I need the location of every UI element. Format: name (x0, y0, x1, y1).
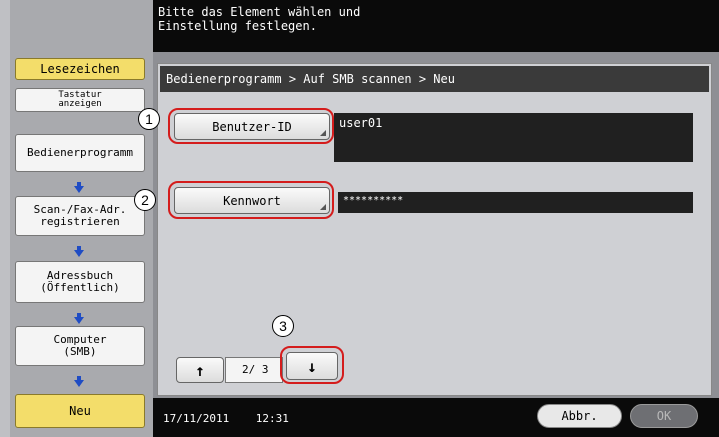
breadcrumb: Bedienerprogramm > Auf SMB scannen > Neu (160, 66, 709, 92)
date-time-display: 17/11/2011 12:31 (163, 412, 289, 425)
bookmark-button[interactable]: Lesezeichen (15, 58, 145, 80)
arrow-down-icon (74, 182, 84, 193)
sidebar-step-address-book[interactable]: Adressbuch (Öffentlich) (15, 261, 145, 303)
callout-number-3: 3 (272, 315, 294, 337)
corner-indicator-icon (320, 204, 326, 210)
arrow-down-icon (74, 376, 84, 387)
scroll-down-button[interactable]: ↓ (286, 352, 338, 380)
scroll-up-button[interactable]: ↑ (176, 357, 224, 383)
sidebar-step-bedienerprogramm[interactable]: Bedienerprogramm (15, 134, 145, 172)
password-label: Kennwort (223, 193, 281, 208)
sidebar-step-computer-smb[interactable]: Computer (SMB) (15, 326, 145, 366)
page-indicator: 2/ 3 (225, 357, 283, 383)
password-button[interactable]: Kennwort (174, 187, 330, 214)
ok-button[interactable]: OK (630, 404, 698, 428)
instruction-message: Bitte das Element wählen und Einstellung… (153, 0, 719, 52)
show-keyboard-button[interactable]: Tastatur anzeigen (15, 88, 145, 112)
arrow-up-icon: ↑ (195, 360, 205, 380)
corner-indicator-icon (320, 130, 326, 136)
arrow-down-icon (74, 246, 84, 257)
arrow-down-icon: ↓ (307, 356, 317, 376)
control-panel-screen: Lesezeichen Tastatur anzeigen Bedienerpr… (0, 0, 719, 437)
user-id-button[interactable]: Benutzer-ID (174, 113, 330, 140)
callout-number-1: 1 (138, 108, 160, 130)
user-id-label: Benutzer-ID (212, 119, 292, 134)
callout-number-2: 2 (134, 189, 156, 211)
cancel-button[interactable]: Abbr. (537, 404, 622, 428)
password-field[interactable]: ********** (338, 192, 693, 213)
arrow-down-icon (74, 313, 84, 324)
sidebar-step-scan-fax[interactable]: Scan-/Fax-Adr. registrieren (15, 196, 145, 236)
user-id-field[interactable]: user01 (334, 113, 693, 162)
sidebar-step-new-current[interactable]: Neu (15, 394, 145, 428)
